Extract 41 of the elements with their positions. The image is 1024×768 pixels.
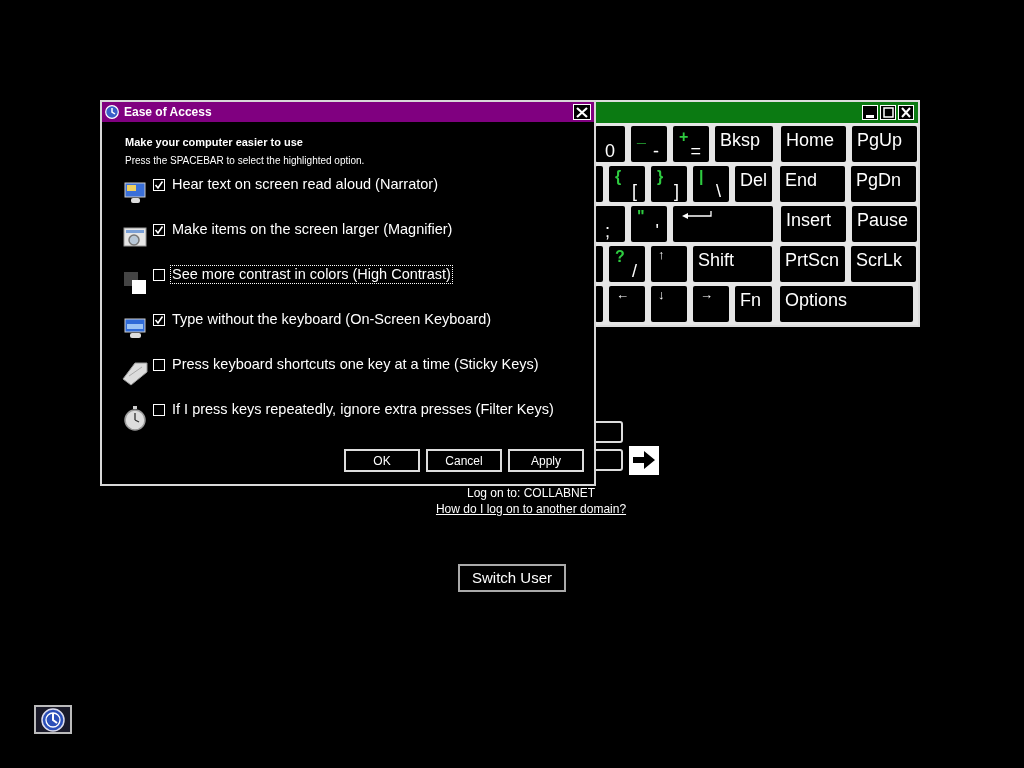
keyboard-key[interactable]: Del: [735, 166, 772, 202]
keyboard-key[interactable]: ? /: [609, 246, 645, 282]
option-label[interactable]: Make items on the screen larger (Magnifier): [171, 220, 454, 238]
keyboard-key[interactable]: Bksp: [715, 126, 773, 162]
keyboard-key[interactable]: End: [780, 166, 845, 202]
keyboard-key[interactable]: PgUp: [852, 126, 917, 162]
keyboard-key[interactable]: | \: [693, 166, 729, 202]
option-label[interactable]: See more contrast in colors (High Contrast): [171, 265, 452, 283]
keyboard-key[interactable]: Fn: [735, 286, 772, 322]
keyboard-key[interactable]: Home: [781, 126, 846, 162]
keyboard-key[interactable]: + =: [673, 126, 709, 162]
cancel-button[interactable]: Cancel: [426, 449, 502, 472]
keyboard-key[interactable]: PgDn: [851, 166, 916, 202]
keyboard-key[interactable]: ↓: [651, 286, 687, 322]
domain-text: Log on to: COLLABNET: [466, 486, 596, 500]
apply-button[interactable]: Apply: [508, 449, 584, 472]
option-label[interactable]: Type without the keyboard (On-Screen Keyboard): [171, 310, 493, 328]
option-label[interactable]: If I press keys repeatedly, ignore extra presses (Filter Keys): [171, 400, 555, 418]
keyboard-key[interactable]: ;: [595, 206, 625, 242]
keyboard-key[interactable]: Shift: [693, 246, 772, 282]
instruction-text: Press the SPACEBAR to select the highlighted option.: [125, 153, 366, 168]
keyboard-key[interactable]: Options: [780, 286, 913, 322]
keyboard-key[interactable]: 0: [595, 126, 625, 162]
keyboard-key[interactable]: Insert: [781, 206, 846, 242]
keyboard-key[interactable]: " ': [631, 206, 667, 242]
keyboard-key[interactable]: ↑: [651, 246, 687, 282]
option-label[interactable]: Press keyboard shortcuts one key at a time (Sticky Keys): [171, 355, 540, 373]
keyboard-key[interactable]: Pause: [852, 206, 917, 242]
keyboard-key[interactable]: ScrLk: [851, 246, 916, 282]
keyboard-key[interactable]: ←: [609, 286, 645, 322]
help-link[interactable]: How do I log on to another domain?: [435, 500, 627, 518]
option-label[interactable]: Hear text on screen read aloud (Narrator): [171, 175, 439, 193]
keyboard-key[interactable]: _ -: [631, 126, 667, 162]
dialog-heading: Make your computer easier to use: [125, 135, 304, 150]
window-title: Ease of Access: [124, 104, 212, 121]
keyboard-key[interactable]: { [: [609, 166, 645, 202]
keyboard-key[interactable]: } ]: [651, 166, 687, 202]
keyboard-key[interactable]: →: [693, 286, 729, 322]
switch-user-button[interactable]: Switch User: [458, 564, 566, 592]
ok-button[interactable]: OK: [344, 449, 420, 472]
keyboard-key[interactable]: PrtScn: [780, 246, 845, 282]
